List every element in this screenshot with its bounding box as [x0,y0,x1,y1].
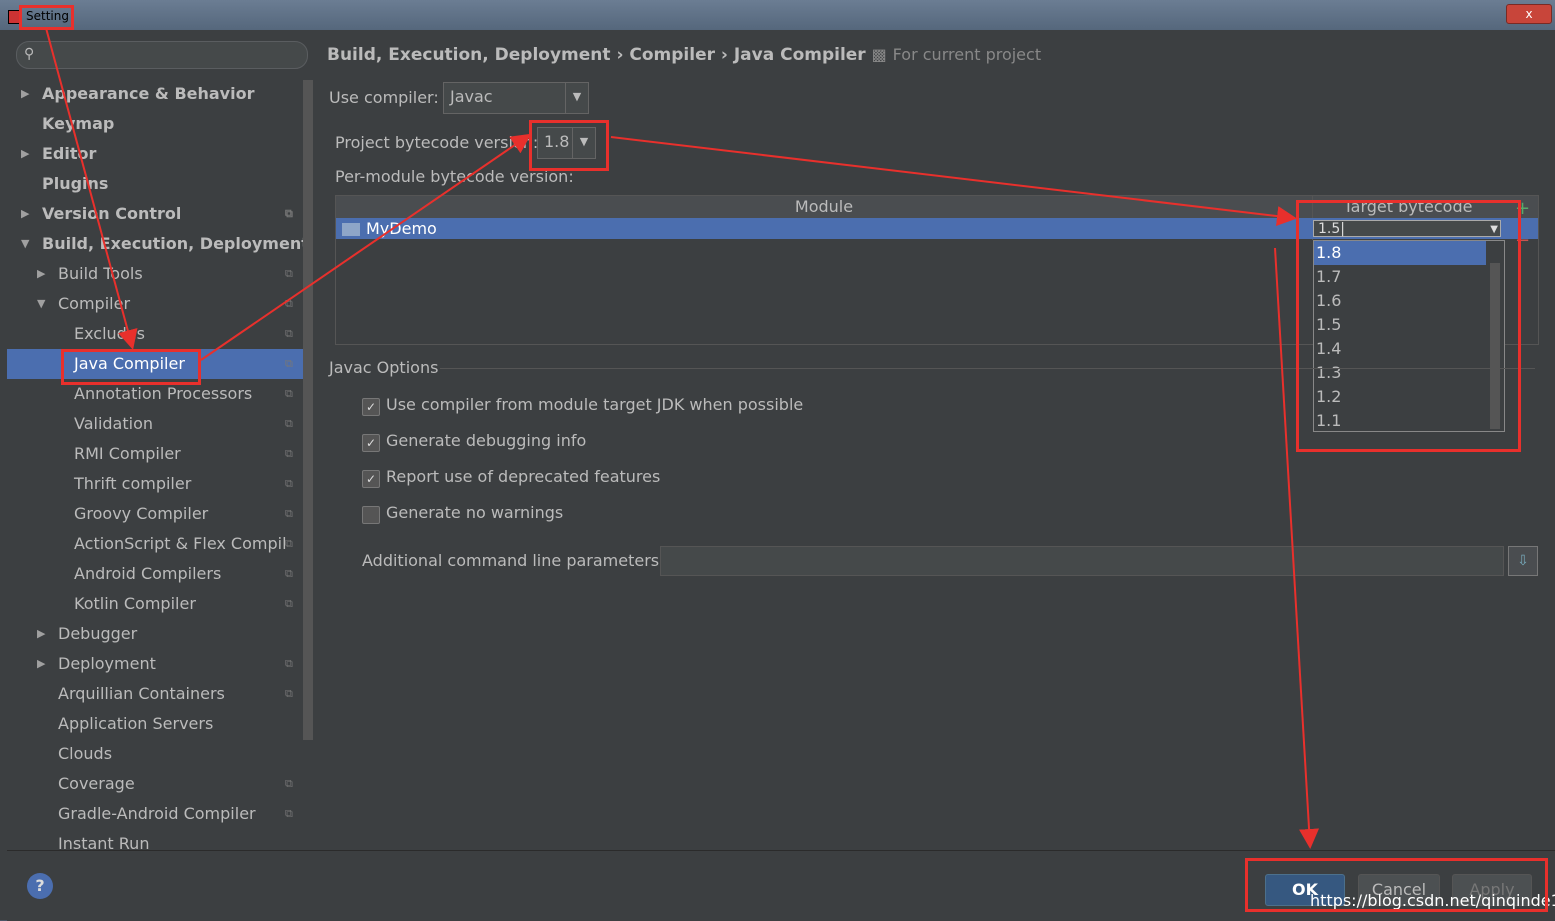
annotation-arrows [45,27,1320,849]
arrow-to-target-bytecode [610,136,1297,227]
settings-window: Setting x ⚲ ▶ Appearance & Behavior Keymap… [0,0,1555,921]
arrow-to-ok-button [1274,247,1320,849]
arrow-title-to-java-compiler [45,27,138,350]
arrow-to-project-bytecode [200,133,532,361]
